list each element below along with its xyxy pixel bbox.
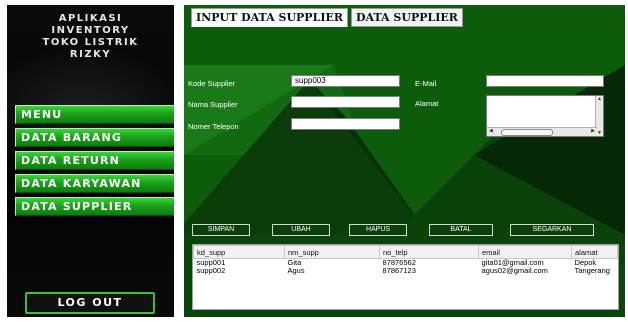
- table-header-row: kd_supp nm_supp no_telp email alamat: [193, 245, 618, 259]
- scroll-thumb[interactable]: [501, 129, 553, 136]
- sidebar-item-data-karyawan[interactable]: DATA KARYAWAN: [15, 174, 174, 193]
- app-title-line-4: RIZKY: [69, 49, 112, 60]
- column-header-nm-supp[interactable]: nm_supp: [284, 245, 380, 259]
- tab-bar: INPUT DATA SUPPLIER DATA SUPPLIER: [191, 8, 466, 27]
- cell-no-telp: 87867123: [382, 266, 416, 275]
- cell-alamat: Tangerang: [574, 266, 610, 275]
- table-row[interactable]: supp002 Agus 87867123 agus02@gmail.com T…: [194, 267, 618, 275]
- column-header-alamat[interactable]: alamat: [571, 245, 618, 259]
- email-label: E-Mail: [415, 79, 437, 88]
- segarkan-button[interactable]: SEGARKAN: [510, 224, 594, 236]
- kode-supplier-label: Kode Supplier: [188, 79, 236, 88]
- app-title-line-2: INVENTORY: [51, 25, 130, 36]
- alamat-horizontal-scrollbar[interactable]: ◀ ▶: [487, 127, 597, 136]
- app-title-line-3: TOKO LISTRIK: [42, 37, 139, 48]
- main-panel: INPUT DATA SUPPLIER DATA SUPPLIER Kode S…: [184, 5, 625, 317]
- scroll-down-icon[interactable]: ▼: [596, 130, 603, 136]
- supplier-table[interactable]: kd_supp nm_supp no_telp email alamat sup…: [192, 244, 619, 310]
- cell-kd-supp: supp002: [196, 266, 226, 275]
- sidebar-item-data-return[interactable]: DATA RETURN: [15, 151, 174, 170]
- cell-nm-supp: Agus: [287, 266, 305, 275]
- nama-supplier-label: Nama Supplier: [188, 100, 238, 109]
- alamat-label: Alamat: [415, 99, 439, 108]
- sidebar-item-data-barang[interactable]: DATA BARANG: [15, 128, 174, 147]
- nomer-telepon-field[interactable]: [291, 118, 400, 130]
- scroll-right-icon[interactable]: ▶: [591, 128, 595, 135]
- tab-data-supplier[interactable]: DATA SUPPLIER: [351, 8, 463, 27]
- menu-header: MENU: [15, 105, 174, 124]
- kode-supplier-field[interactable]: supp003: [291, 75, 400, 87]
- scroll-up-icon[interactable]: ▲: [596, 96, 603, 102]
- alamat-textarea[interactable]: ▲ ▼ ◀ ▶: [486, 95, 604, 137]
- cell-email: agus02@gmail.com: [481, 266, 548, 275]
- simpan-button[interactable]: SIMPAN: [192, 224, 250, 236]
- batal-button[interactable]: BATAL: [429, 224, 493, 236]
- column-header-no-telp[interactable]: no_telp: [379, 245, 479, 259]
- app-title-line-1: APLIKASI: [58, 13, 123, 24]
- column-header-kd-supp[interactable]: kd_supp: [193, 245, 285, 259]
- ubah-button[interactable]: UBAH: [272, 224, 330, 236]
- logout-button[interactable]: LOG OUT: [25, 292, 155, 314]
- sidebar: APLIKASI INVENTORY TOKO LISTRIK RIZKY ME…: [7, 5, 174, 317]
- sidebar-item-data-supplier[interactable]: DATA SUPPLIER: [15, 197, 174, 216]
- app-title: APLIKASI INVENTORY TOKO LISTRIK RIZKY: [7, 13, 174, 61]
- scroll-left-icon[interactable]: ◀: [489, 128, 493, 135]
- nomer-telepon-label: Nomer Telepon: [188, 122, 239, 131]
- column-header-email[interactable]: email: [478, 245, 572, 259]
- nama-supplier-field[interactable]: [291, 96, 400, 108]
- tab-input-data-supplier[interactable]: INPUT DATA SUPPLIER: [191, 8, 348, 27]
- hapus-button[interactable]: HAPUS: [349, 224, 407, 236]
- email-field[interactable]: [486, 75, 604, 87]
